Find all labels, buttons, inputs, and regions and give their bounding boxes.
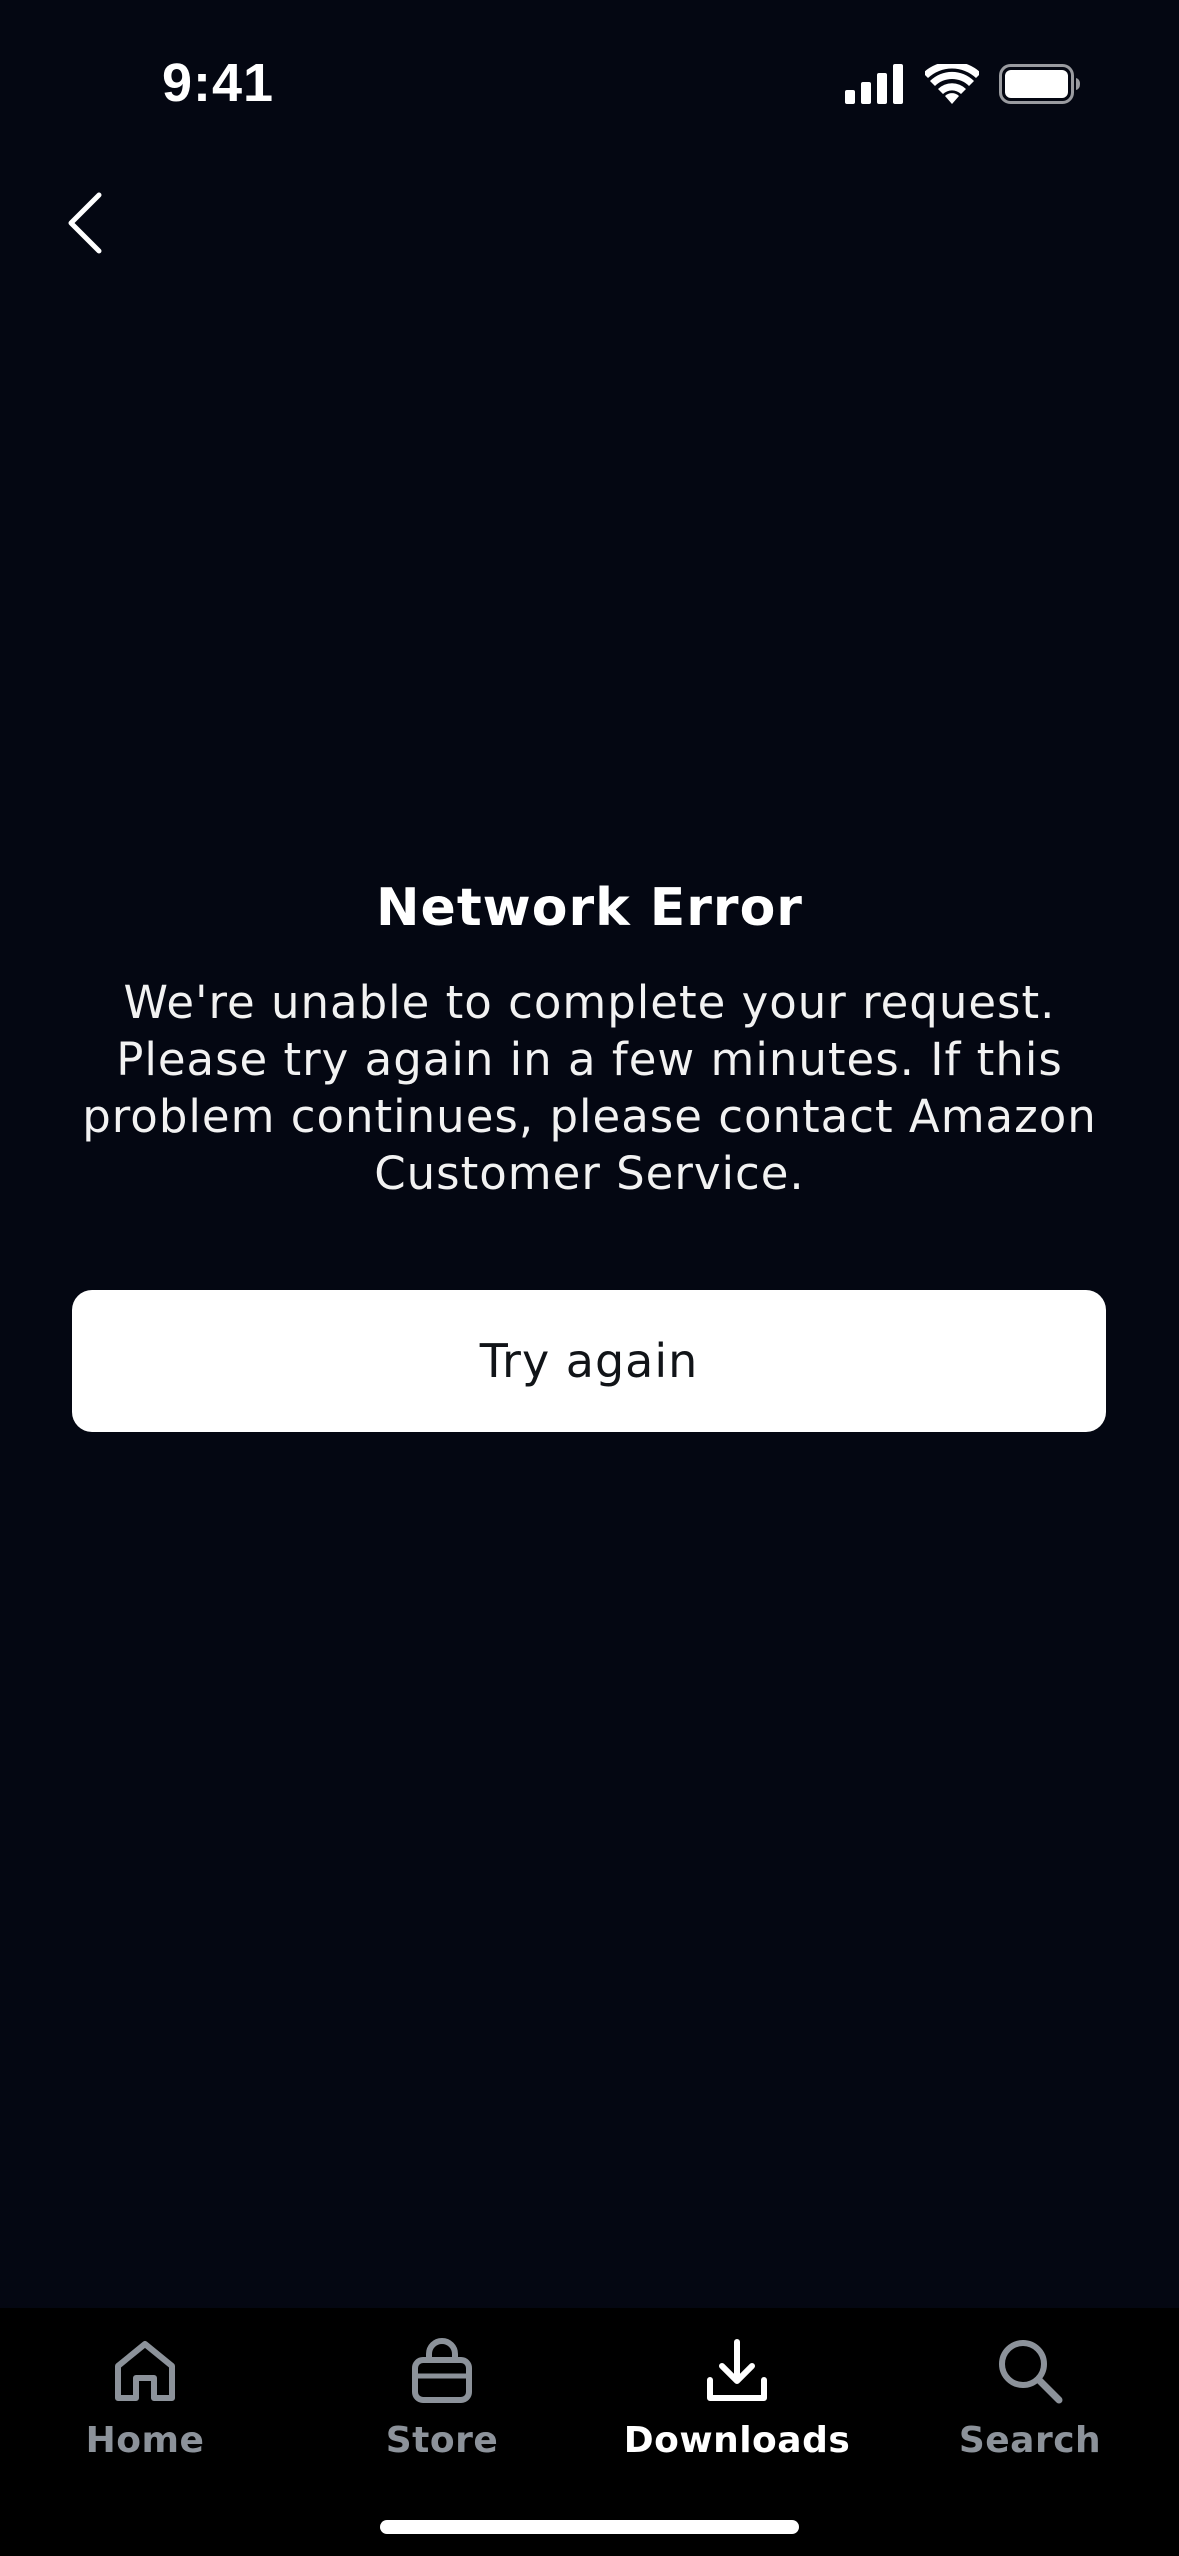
tab-downloads-label: Downloads <box>623 2420 851 2461</box>
home-indicator <box>380 2520 799 2534</box>
tab-search[interactable]: Search <box>910 2326 1150 2476</box>
tab-search-label: Search <box>958 2420 1102 2461</box>
error-title: Network Error <box>376 878 803 938</box>
shopping-bag-icon <box>407 2326 477 2416</box>
network-error-screen: 9:41 Network Error We're unable to compl… <box>0 0 1179 2556</box>
tab-downloads[interactable]: Downloads <box>617 2326 857 2476</box>
status-icons <box>845 61 1081 108</box>
back-button[interactable] <box>50 180 120 270</box>
error-block: Network Error We're unable to complete y… <box>0 870 1179 1202</box>
tab-home-label: Home <box>85 2420 205 2461</box>
status-bar: 9:41 <box>0 0 1179 150</box>
chevron-left-icon <box>65 191 105 259</box>
wifi-icon <box>923 61 981 108</box>
tab-store[interactable]: Store <box>322 2326 562 2476</box>
tab-store-label: Store <box>385 2420 499 2461</box>
battery-icon <box>999 64 1081 108</box>
cellular-signal-icon <box>845 64 905 108</box>
download-icon <box>702 2326 772 2416</box>
error-message: We're unable to complete your request. P… <box>82 976 1097 1200</box>
tab-bar: Home Store Downloads Search <box>0 2308 1179 2556</box>
try-again-button[interactable]: Try again <box>72 1290 1106 1432</box>
tab-home[interactable]: Home <box>25 2326 265 2476</box>
home-icon <box>110 2326 180 2416</box>
status-time: 9:41 <box>162 53 275 113</box>
search-icon <box>995 2326 1065 2416</box>
